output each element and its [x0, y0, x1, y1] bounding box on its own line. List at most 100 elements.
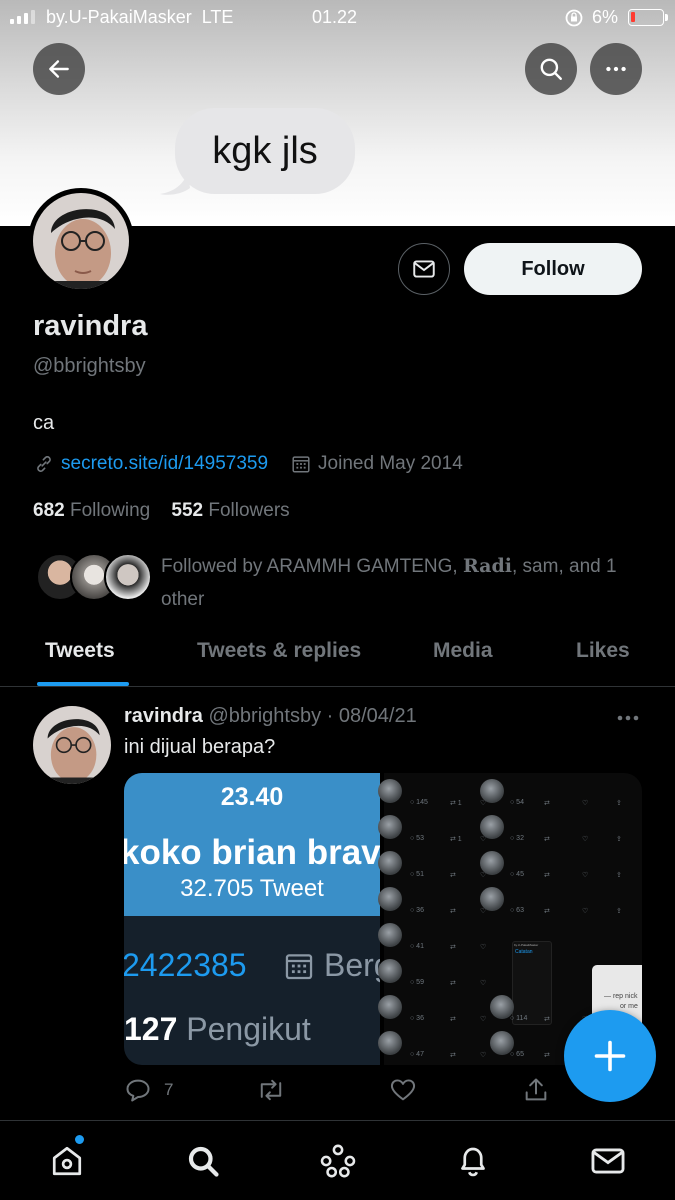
tweet-more-icon[interactable] — [614, 708, 642, 728]
embedded-avatar — [378, 851, 402, 875]
embedded-like-icon: ♡ — [582, 908, 589, 915]
search-icon — [188, 1146, 219, 1177]
calendar-icon — [285, 954, 313, 980]
embedded-retweet-icon: ⇄ — [544, 800, 550, 807]
embedded-avatar — [378, 887, 402, 911]
embedded-avatar — [378, 995, 402, 1019]
embedded-reply-count: ○ 45 — [510, 871, 524, 878]
embedded-share-icon: ⇪ — [616, 908, 622, 915]
embedded-retweet-icon: ⇄ — [544, 1052, 550, 1059]
envelope-icon — [591, 1148, 625, 1174]
embedded-retweet-icon: ⇄ — [544, 908, 550, 915]
embedded-reply-count: ○ 145 — [410, 799, 428, 806]
embedded-reply-count: ○ 36 — [410, 907, 424, 914]
embedded-like-icon: ♡ — [480, 1052, 487, 1059]
follower-avatar — [104, 553, 152, 601]
back-button[interactable] — [33, 43, 85, 95]
arrow-left-icon — [49, 60, 69, 78]
tweet-author-handle: @bbrightsby — [208, 705, 322, 727]
embedded-retweet-count: ⇄ — [450, 980, 456, 987]
reply-icon — [126, 1079, 150, 1102]
tab-tweets[interactable]: Tweets — [45, 639, 115, 663]
embedded-avatar — [378, 923, 402, 947]
embedded-like-icon: ♡ — [582, 836, 589, 843]
embedded-retweet-icon: ⇄ — [544, 1016, 550, 1023]
profile-link[interactable]: secreto.site/id/14957359 — [61, 453, 268, 475]
nav-home[interactable] — [47, 1141, 87, 1181]
embedded-retweet-count: ⇄ — [450, 1016, 456, 1023]
tab-likes[interactable]: Likes — [576, 639, 630, 663]
embedded-reply-count: ○ 51 — [410, 871, 424, 878]
media-followers: 127 Pengikut — [124, 1011, 311, 1047]
profile-avatar[interactable] — [28, 188, 134, 294]
status-bar: by.U-PakaiMasker LTE 01.22 6% — [0, 0, 675, 36]
tweet-avatar[interactable] — [33, 706, 111, 784]
tab-media[interactable]: Media — [433, 639, 493, 663]
embedded-avatar — [378, 959, 402, 983]
embedded-reply-count: ○ 65 — [510, 1051, 524, 1058]
embedded-share-icon: ⇪ — [616, 800, 622, 807]
embedded-avatar — [378, 1031, 402, 1055]
tweet-author-name[interactable]: ravindra — [124, 705, 203, 727]
home-icon — [52, 1146, 82, 1176]
nav-messages[interactable] — [588, 1141, 628, 1181]
nav-notifications[interactable] — [453, 1141, 493, 1181]
embedded-reply-count: ○ 54 — [510, 799, 524, 806]
tweet-media[interactable]: 23.40 koko brian brav 32.705 Tweet 24223… — [124, 773, 642, 1065]
note-text: — rep nick — [604, 993, 638, 1000]
embedded-reply-count: ○ 53 — [410, 835, 424, 842]
profile-tabs: Tweets Tweets & replies Media Likes — [0, 625, 675, 687]
share-icon — [525, 1078, 547, 1101]
embedded-retweet-count: ⇄ 1 — [450, 800, 462, 807]
bell-icon — [461, 1147, 485, 1177]
following-link[interactable]: 682 Following — [33, 500, 150, 521]
media-tweet-count: 32.705 Tweet — [180, 875, 324, 902]
profile-bio: ca — [33, 412, 55, 434]
share-button[interactable] — [522, 1076, 550, 1104]
tweet-separator: · — [326, 705, 334, 727]
embedded-share-icon: ⇪ — [616, 836, 622, 843]
tab-tweets-replies[interactable]: Tweets & replies — [197, 639, 361, 663]
embedded-like-icon: ♡ — [582, 800, 589, 807]
nav-spaces[interactable] — [318, 1141, 358, 1181]
reply-count: 7 — [164, 1080, 174, 1099]
followers-link[interactable]: 552 Followers — [171, 500, 289, 521]
media-joined-partial: Berg — [324, 947, 380, 983]
more-button[interactable] — [590, 43, 642, 95]
embedded-retweet-count: ⇄ — [450, 908, 456, 915]
followed-by-text: Followed by ARAMMH GAMTENG, Radi, sam, a… — [161, 555, 617, 610]
profile-name: ravindra — [33, 310, 148, 342]
media-time: 23.40 — [220, 783, 284, 811]
embedded-reply-count: ○ 36 — [410, 1015, 424, 1022]
notification-dot — [75, 1135, 84, 1144]
media-image-left[interactable]: 23.40 koko brian brav 32.705 Tweet 24223… — [124, 773, 380, 1065]
banner-bubble-text: kgk jls — [175, 108, 355, 194]
followed-by[interactable]: Followed by ARAMMH GAMTENG, Radi, sam, a… — [36, 550, 636, 610]
embedded-avatar — [480, 887, 504, 911]
like-button[interactable] — [389, 1076, 417, 1104]
embedded-avatar — [378, 815, 402, 839]
envelope-icon — [413, 260, 435, 278]
chat-back-label: Catatan — [515, 949, 533, 955]
embedded-avatar — [480, 815, 504, 839]
message-button[interactable] — [398, 243, 450, 295]
battery-percent: 6% — [592, 7, 619, 27]
search-button[interactable] — [525, 43, 577, 95]
compose-tweet-button[interactable] — [564, 1010, 656, 1102]
embedded-reply-count: ○ 63 — [510, 907, 524, 914]
reply-button[interactable]: 7 — [124, 1076, 173, 1104]
avatar-photo — [33, 706, 111, 784]
embedded-reply-count: ○ 41 — [410, 943, 424, 950]
media-number: 2422385 — [124, 947, 247, 983]
profile-meta: secreto.site/id/14957359 Joined May 2014 — [33, 453, 463, 475]
embedded-like-icon: ♡ — [480, 1016, 487, 1023]
search-icon — [540, 58, 562, 80]
followed-by-avatars — [36, 553, 152, 601]
bottom-navigation — [0, 1120, 675, 1200]
plus-icon — [594, 1040, 626, 1072]
link-icon — [37, 456, 51, 472]
follow-button[interactable]: Follow — [464, 243, 642, 295]
nav-search[interactable] — [183, 1141, 223, 1181]
retweet-button[interactable] — [256, 1076, 286, 1104]
carrier-label: by.U-PakaiMasker LTE — [46, 7, 234, 27]
